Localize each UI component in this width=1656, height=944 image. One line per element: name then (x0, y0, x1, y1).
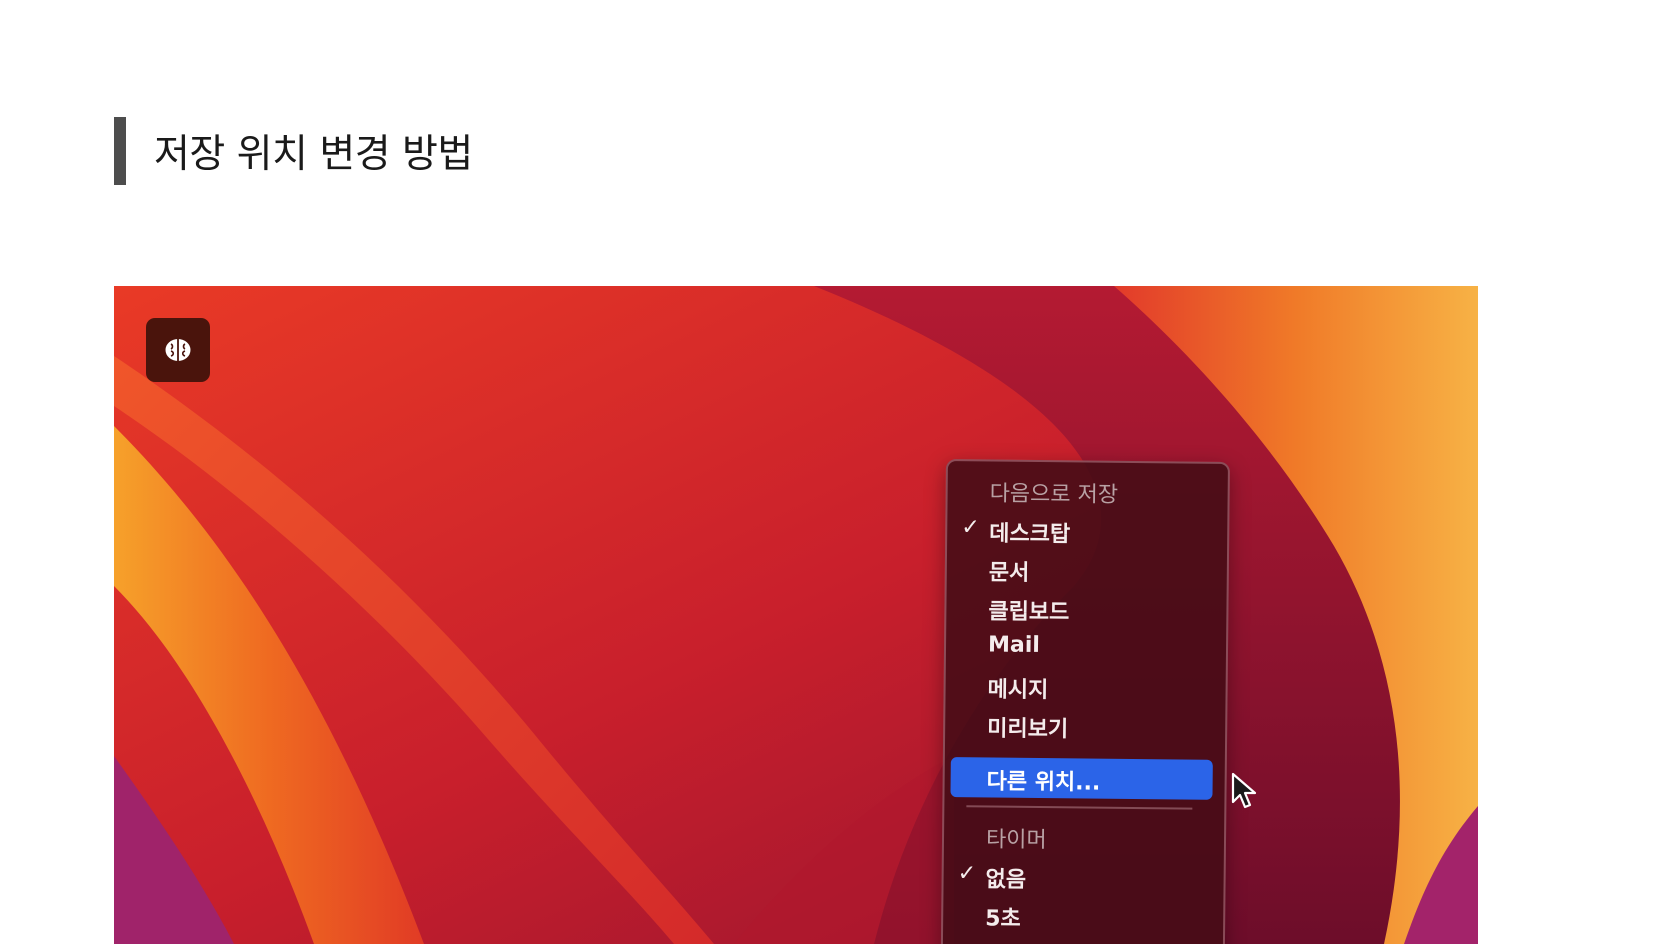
cut-off-paragraph: · · · · · · · · · · · · · · · · · · · · … (114, 0, 1414, 6)
menu-item-desktop[interactable]: 데스크탑 (989, 515, 1070, 548)
menu-item-timer-5s[interactable]: 5초 (985, 900, 1021, 932)
wallpaper-background (114, 286, 1478, 944)
menu-item-other-location[interactable]: 다른 위치... (986, 763, 1100, 796)
mouse-cursor-icon (1231, 772, 1257, 809)
section-heading-text: 저장 위치 변경 방법 (154, 132, 473, 177)
menu-section-timer: 타이머 (985, 827, 1047, 854)
screenshot-image: 다음으로 저장 ✓ 데스크탑 문서 클립보드 Mail 메시지 미리보기 다른 … (114, 286, 1478, 944)
brain-icon-badge[interactable] (146, 318, 210, 382)
checkmark-icon: ✓ (961, 515, 980, 541)
section-heading: 저장 위치 변경 방법 (114, 117, 473, 185)
menu-item-preview[interactable]: 미리보기 (987, 710, 1068, 743)
save-location-context-menu: 다음으로 저장 ✓ 데스크탑 문서 클립보드 Mail 메시지 미리보기 다른 … (940, 459, 1230, 944)
article-page: · · · · · · · · · · · · · · · · · · · · … (0, 0, 1656, 944)
menu-item-documents[interactable]: 문서 (989, 554, 1030, 586)
checkmark-icon: ✓ (957, 861, 977, 887)
menu-item-clipboard[interactable]: 클립보드 (988, 593, 1069, 626)
menu-divider (966, 805, 1193, 810)
heading-accent-bar (114, 117, 126, 185)
menu-item-mail[interactable]: Mail (988, 632, 1040, 658)
brain-icon (165, 339, 191, 361)
menu-item-messages[interactable]: 메시지 (987, 671, 1048, 704)
menu-item-timer-none[interactable]: 없음 (985, 861, 1026, 893)
menu-section-save-to: 다음으로 저장 (989, 481, 1119, 508)
